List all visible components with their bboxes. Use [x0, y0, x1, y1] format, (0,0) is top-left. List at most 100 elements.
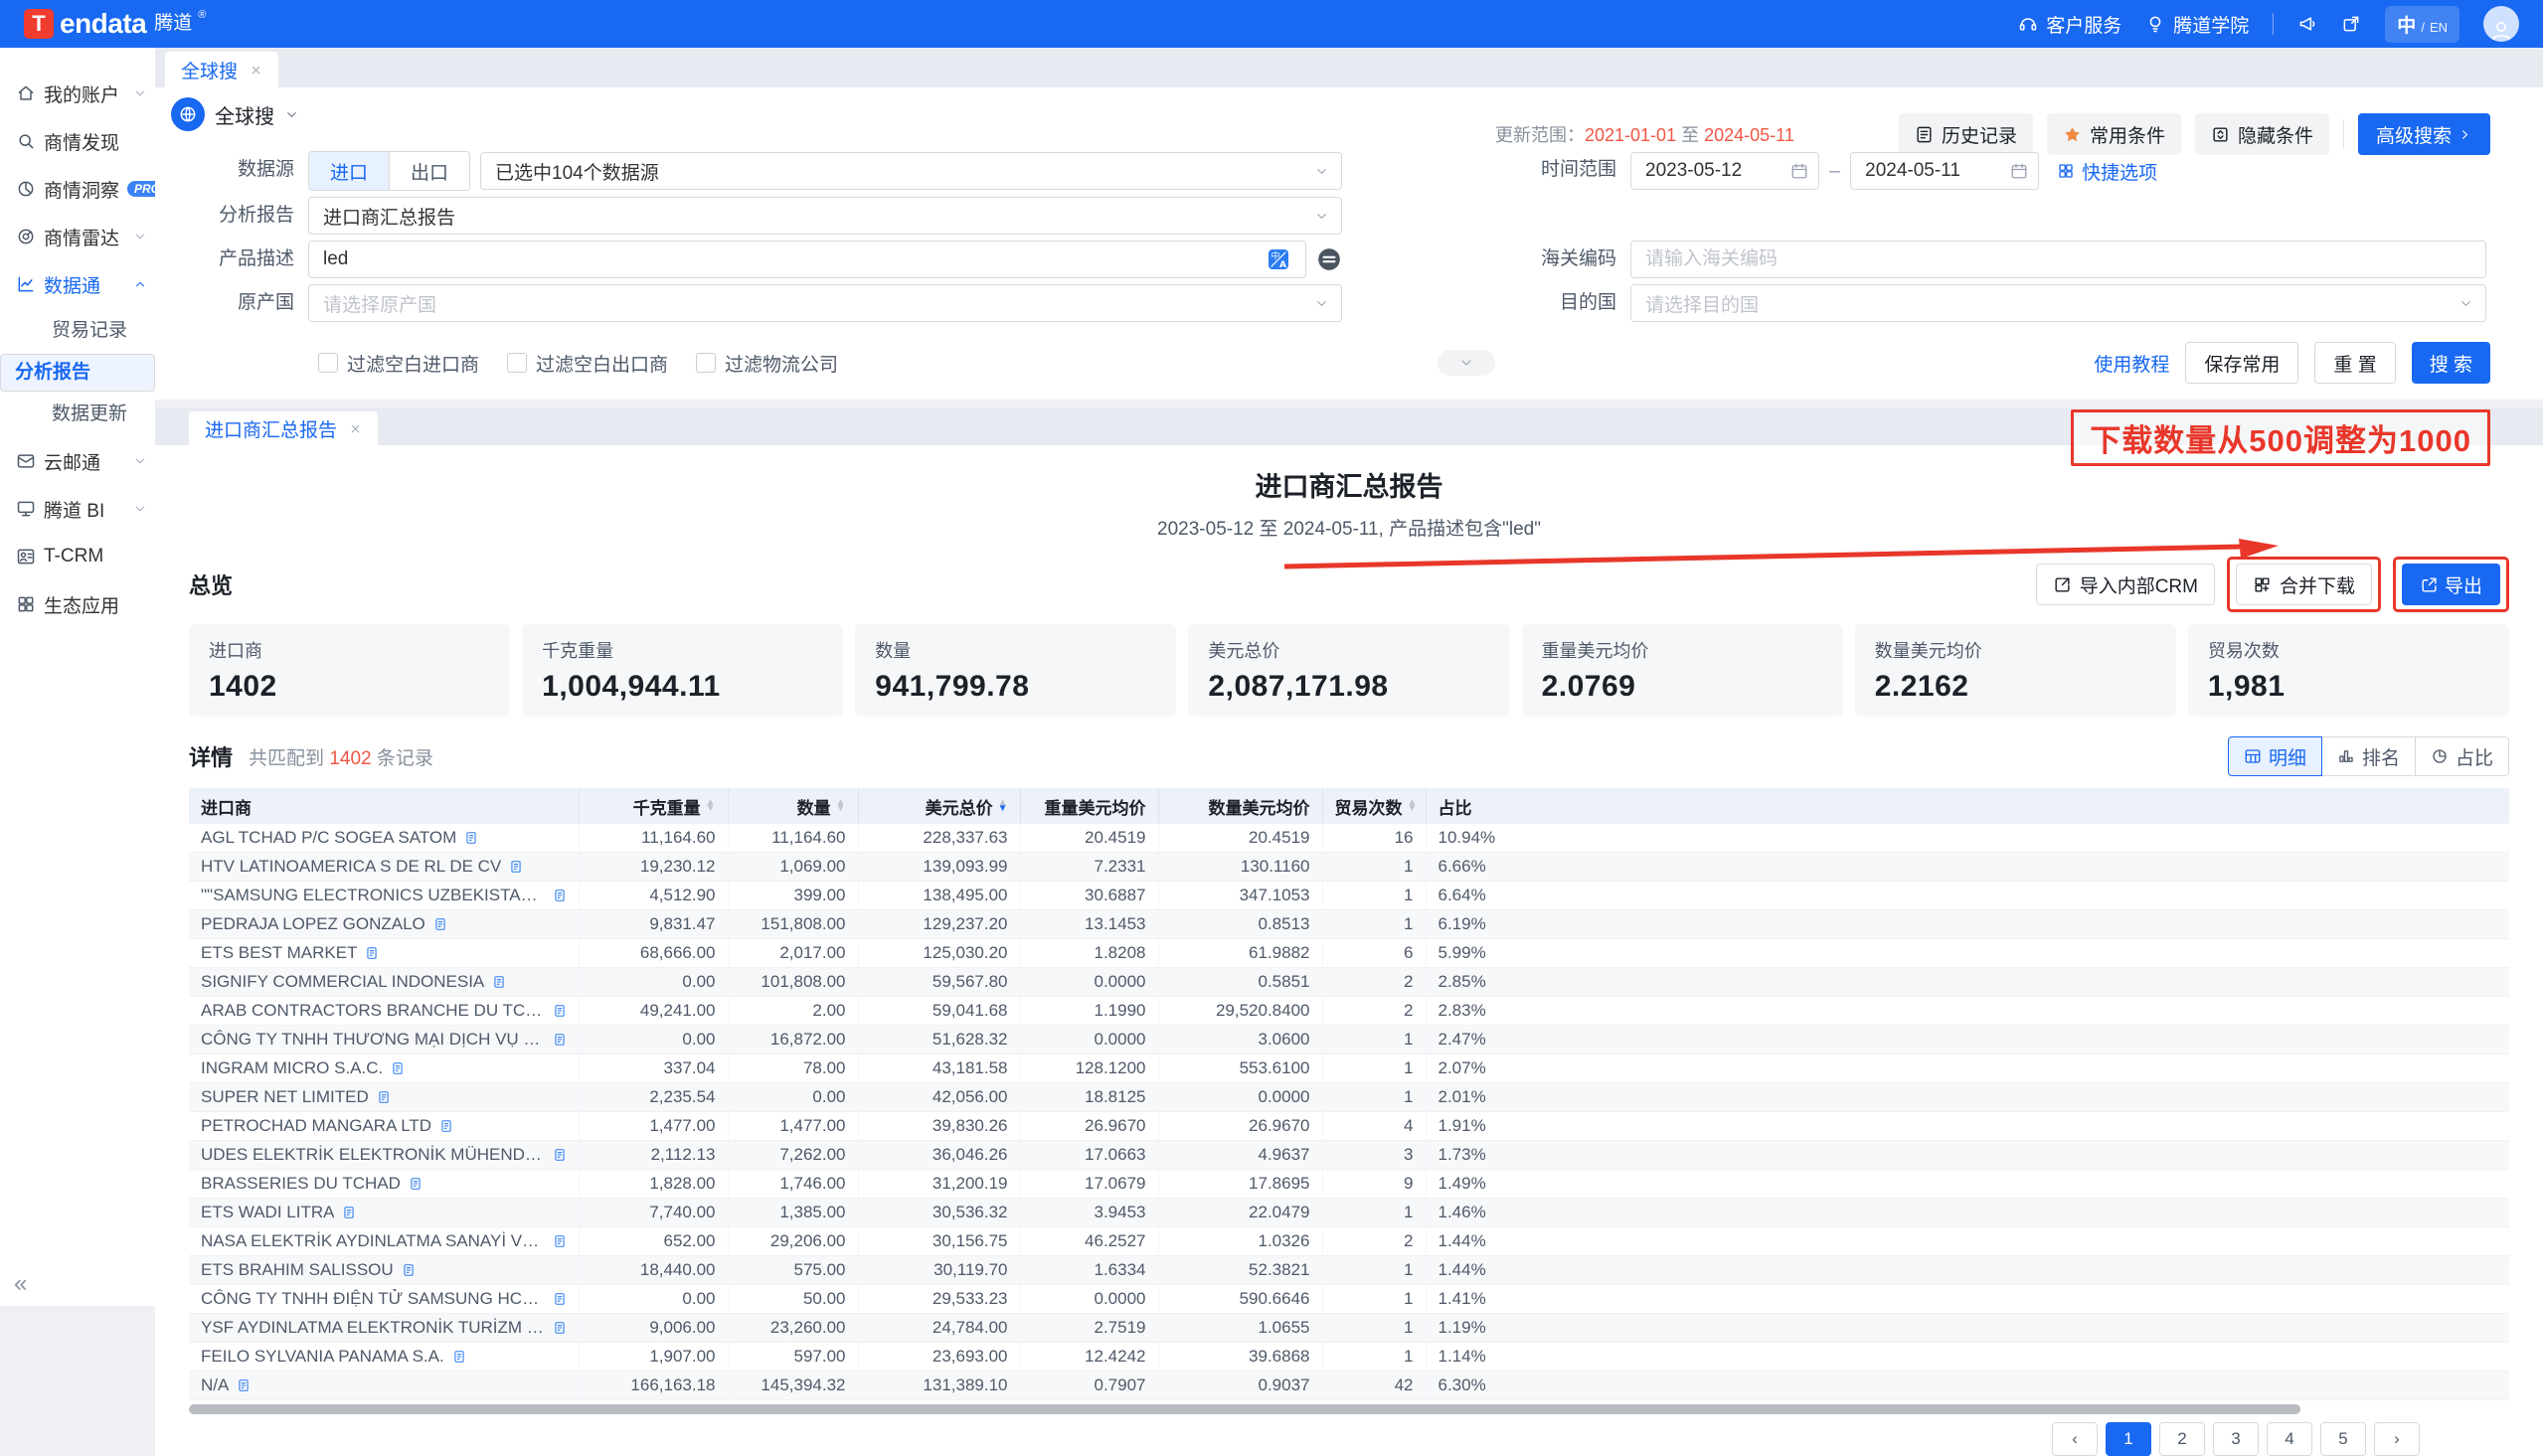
- page-button[interactable]: 4: [2267, 1422, 2312, 1456]
- date-from-input[interactable]: 2023-05-12: [1630, 152, 1819, 190]
- importer-name[interactable]: UDES ELEKTRİK ELEKTRONİK MÜHENDİSLİK SAN…: [201, 1145, 545, 1165]
- view-table-button[interactable]: 明细: [2228, 736, 2322, 776]
- page-button[interactable]: 3: [2213, 1422, 2259, 1456]
- import-toggle[interactable]: 进口: [309, 152, 389, 190]
- company-detail-icon[interactable]: [365, 945, 379, 961]
- company-detail-icon[interactable]: [409, 1176, 423, 1192]
- reset-button[interactable]: 重 置: [2314, 342, 2395, 384]
- view-rank-button[interactable]: 排名: [2321, 736, 2416, 776]
- module-selector[interactable]: 全球搜: [171, 97, 299, 131]
- column-header[interactable]: 贸易次数▲▼: [1322, 788, 1426, 824]
- sidebar-item[interactable]: 商情雷达: [0, 213, 155, 260]
- horizontal-scrollbar-thumb[interactable]: [189, 1404, 2300, 1414]
- importer-name[interactable]: ARAB CONTRACTORS BRANCHE DU TCHAD: [201, 1001, 545, 1021]
- company-detail-icon[interactable]: [553, 1147, 567, 1163]
- table-row[interactable]: PEDRAJA LOPEZ GONZALO 9,831.47151,808.00…: [189, 910, 2509, 939]
- importer-name[interactable]: N/A: [201, 1375, 229, 1395]
- table-row[interactable]: NASA ELEKTRİK AYDINLATMA SANAYİ VE TİCAR…: [189, 1227, 2509, 1256]
- sidebar-subitem[interactable]: 分析报告: [0, 354, 155, 392]
- fullscreen-icon[interactable]: [2341, 14, 2361, 34]
- company-detail-icon[interactable]: [439, 1118, 453, 1134]
- importer-name[interactable]: SIGNIFY COMMERCIAL INDONESIA: [201, 972, 484, 992]
- sidebar-collapse-icon[interactable]: «: [14, 1270, 27, 1298]
- importer-name[interactable]: ""SAMSUNG ELECTRONICS UZBEKISTAN"" mas`u…: [201, 886, 545, 905]
- hide-conditions-button[interactable]: 隐藏条件: [2195, 113, 2329, 155]
- tutorial-link[interactable]: 使用教程: [2094, 350, 2169, 377]
- date-to-input[interactable]: 2024-05-11: [1850, 152, 2039, 190]
- filter-checkbox[interactable]: 过滤物流公司: [696, 350, 838, 377]
- history-button[interactable]: 历史记录: [1899, 113, 2033, 155]
- company-detail-icon[interactable]: [553, 888, 567, 903]
- importer-name[interactable]: CÔNG TY TNHH THƯƠNG MẠI DỊCH VỤ ĐIỆN MẠN…: [201, 1030, 545, 1050]
- company-detail-icon[interactable]: [553, 1320, 567, 1336]
- company-detail-icon[interactable]: [452, 1349, 466, 1365]
- importer-name[interactable]: YSF AYDINLATMA ELEKTRONİK TURİZM SANAYİ …: [201, 1318, 545, 1338]
- sort-icons[interactable]: ▲▼: [706, 800, 716, 812]
- company-detail-icon[interactable]: [433, 916, 447, 932]
- company-detail-icon[interactable]: [402, 1262, 416, 1278]
- sidebar-item[interactable]: 腾道 BI: [0, 485, 155, 533]
- importer-name[interactable]: ETS BEST MARKET: [201, 943, 357, 963]
- page-button[interactable]: 1: [2106, 1422, 2151, 1456]
- report-type-select[interactable]: 进口商汇总报告: [308, 197, 1342, 235]
- merge-download-button[interactable]: 合并下载: [2236, 564, 2372, 605]
- sidebar-item[interactable]: 商情洞察 PRO: [0, 165, 155, 213]
- importer-name[interactable]: PEDRAJA LOPEZ GONZALO: [201, 914, 425, 934]
- saved-conditions-button[interactable]: 常用条件: [2047, 113, 2181, 155]
- hs-code-input[interactable]: [1630, 241, 2486, 278]
- save-common-button[interactable]: 保存常用: [2185, 342, 2298, 384]
- company-detail-icon[interactable]: [377, 1089, 391, 1105]
- table-row[interactable]: ARAB CONTRACTORS BRANCHE DU TCHAD 49,241…: [189, 997, 2509, 1026]
- user-avatar[interactable]: [2483, 6, 2519, 42]
- table-row[interactable]: HTV LATINOAMERICA S DE RL DE CV 19,230.1…: [189, 853, 2509, 882]
- academy-link[interactable]: 腾道学院: [2145, 11, 2249, 38]
- tab-import-summary-report[interactable]: 进口商汇总报告: [189, 411, 378, 445]
- page-button[interactable]: 2: [2159, 1422, 2205, 1456]
- sidebar-item[interactable]: T-CRM: [0, 533, 155, 580]
- product-desc-input[interactable]: [308, 241, 1306, 278]
- importer-name[interactable]: SUPER NET LIMITED: [201, 1087, 369, 1107]
- table-row[interactable]: SIGNIFY COMMERCIAL INDONESIA 0.00101,808…: [189, 968, 2509, 997]
- sidebar-subitem[interactable]: 数据更新: [0, 392, 155, 437]
- table-row[interactable]: AGL TCHAD P/C SOGEA SATOM 11,164.6011,16…: [189, 824, 2509, 853]
- sort-icons[interactable]: ▲▼: [1408, 800, 1418, 812]
- customer-service-link[interactable]: 客户服务: [2018, 11, 2121, 38]
- language-toggle[interactable]: 中 / EN: [2385, 6, 2459, 43]
- importer-name[interactable]: ETS BRAHIM SALISSOU: [201, 1260, 394, 1280]
- company-detail-icon[interactable]: [553, 1003, 567, 1019]
- company-detail-icon[interactable]: [509, 859, 523, 875]
- translate-icon[interactable]: [1267, 247, 1290, 271]
- importer-name[interactable]: FEILO SYLVANIA PANAMA S.A.: [201, 1347, 444, 1367]
- column-header[interactable]: 美元总价▲▼: [858, 788, 1020, 824]
- table-row[interactable]: N/A 166,163.18145,394.32131,389.100.7907…: [189, 1372, 2509, 1400]
- table-row[interactable]: ETS BRAHIM SALISSOU 18,440.00575.0030,11…: [189, 1256, 2509, 1285]
- data-source-select[interactable]: 已选中104个数据源: [480, 152, 1342, 190]
- sidebar-subitem[interactable]: 贸易记录: [0, 308, 155, 354]
- page-button[interactable]: ›: [2374, 1422, 2420, 1456]
- table-row[interactable]: SUPER NET LIMITED 2,235.540.0042,056.001…: [189, 1083, 2509, 1112]
- company-detail-icon[interactable]: [342, 1205, 356, 1220]
- dest-country-select[interactable]: 请选择目的国: [1630, 284, 2486, 322]
- table-row[interactable]: ETS WADI LITRA 7,740.001,385.0030,536.32…: [189, 1199, 2509, 1227]
- page-button[interactable]: 5: [2320, 1422, 2366, 1456]
- collapse-form-button[interactable]: [1438, 350, 1495, 376]
- importer-name[interactable]: INGRAM MICRO S.A.C.: [201, 1058, 383, 1078]
- quick-options-link[interactable]: 快捷选项: [2057, 158, 2157, 185]
- synonym-icon[interactable]: [1316, 246, 1342, 272]
- sidebar-item[interactable]: 云邮通: [0, 437, 155, 485]
- table-row[interactable]: ""SAMSUNG ELECTRONICS UZBEKISTAN"" mas`u…: [189, 882, 2509, 910]
- table-row[interactable]: PETROCHAD MANGARA LTD 1,477.001,477.0039…: [189, 1112, 2509, 1141]
- company-detail-icon[interactable]: [464, 830, 478, 846]
- importer-name[interactable]: ETS WADI LITRA: [201, 1203, 334, 1222]
- company-detail-icon[interactable]: [553, 1291, 567, 1307]
- export-toggle[interactable]: 出口: [389, 152, 469, 190]
- importer-name[interactable]: HTV LATINOAMERICA S DE RL DE CV: [201, 857, 501, 877]
- filter-checkbox[interactable]: 过滤空白出口商: [507, 350, 668, 377]
- advanced-search-button[interactable]: 高级搜索: [2358, 113, 2490, 155]
- table-row[interactable]: YSF AYDINLATMA ELEKTRONİK TURİZM SANAYİ …: [189, 1314, 2509, 1343]
- table-row[interactable]: CÔNG TY TNHH THƯƠNG MẠI DỊCH VỤ ĐIỆN MẠN…: [189, 1026, 2509, 1054]
- column-header[interactable]: 千克重量▲▼: [579, 788, 728, 824]
- close-icon[interactable]: [250, 64, 262, 77]
- sidebar-item[interactable]: 我的账户: [0, 70, 155, 117]
- sidebar-item[interactable]: 商情发现: [0, 117, 155, 165]
